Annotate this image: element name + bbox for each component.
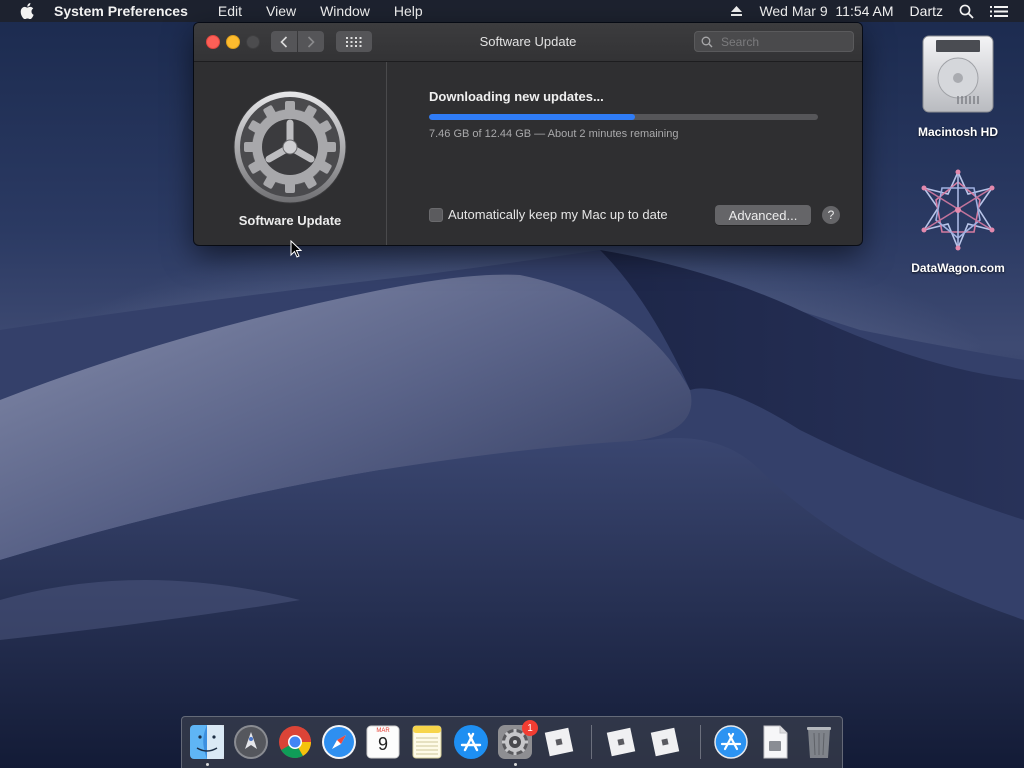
search-field[interactable] xyxy=(694,31,854,52)
menubar-user[interactable]: Dartz xyxy=(910,3,943,19)
advanced-button[interactable]: Advanced... xyxy=(715,205,811,225)
help-button[interactable]: ? xyxy=(822,206,840,224)
menu-view[interactable]: View xyxy=(266,3,296,19)
roblox-icon[interactable] xyxy=(540,723,578,761)
desktop-icon-label: Macintosh HD xyxy=(917,125,998,139)
running-indicator xyxy=(514,763,517,766)
menubar-clock[interactable]: Wed Mar 9 11:54 AM xyxy=(759,3,893,19)
progress-fill xyxy=(429,114,636,120)
dock: MAR 9 1 xyxy=(181,716,843,768)
notification-center-icon[interactable] xyxy=(990,5,1008,18)
document-icon[interactable] xyxy=(756,723,794,761)
search-input[interactable] xyxy=(719,33,843,50)
menu-bar: System Preferences Edit View Window Help… xyxy=(0,0,1024,22)
download-progress-text: 7.46 GB of 12.44 GB — About 2 minutes re… xyxy=(429,128,679,140)
menu-help[interactable]: Help xyxy=(394,3,423,19)
notes-icon[interactable] xyxy=(408,723,446,761)
spotlight-search-icon[interactable] xyxy=(959,4,974,19)
desktop-icon-datawagon[interactable]: DataWagon.com xyxy=(898,168,1018,275)
running-indicator xyxy=(206,763,209,766)
auto-update-label[interactable]: Automatically keep my Mac up to date xyxy=(448,207,668,222)
software-update-window: Software Update Search Software Update D… xyxy=(194,23,862,245)
menu-window[interactable]: Window xyxy=(320,3,370,19)
desktop-icon-macintosh-hd[interactable]: Macintosh HD xyxy=(898,32,1018,139)
menu-edit[interactable]: Edit xyxy=(218,3,242,19)
app-store-download-icon[interactable] xyxy=(712,723,750,761)
hard-drive-icon xyxy=(922,35,994,113)
chrome-icon[interactable] xyxy=(276,723,314,761)
app-store-icon[interactable] xyxy=(452,723,490,761)
launchpad-icon[interactable] xyxy=(232,723,270,761)
update-content: Downloading new updates... 7.46 GB of 12… xyxy=(387,62,862,245)
safari-icon[interactable] xyxy=(320,723,358,761)
apple-menu-icon[interactable] xyxy=(20,3,38,19)
notification-badge: 1 xyxy=(522,720,538,736)
auto-update-checkbox[interactable] xyxy=(429,207,443,222)
pane-info: Software Update xyxy=(194,62,387,245)
dock-separator xyxy=(700,725,701,759)
menu-app-name[interactable]: System Preferences xyxy=(54,3,188,19)
eject-icon[interactable] xyxy=(730,5,743,17)
search-icon xyxy=(701,36,713,47)
roblox-player-icon[interactable] xyxy=(646,723,684,761)
pane-label: Software Update xyxy=(238,213,342,228)
auto-update-option[interactable]: Automatically keep my Mac up to date xyxy=(429,207,668,222)
desktop-icon-label: DataWagon.com xyxy=(911,261,1005,275)
trash-icon[interactable] xyxy=(800,723,838,761)
window-titlebar[interactable]: Software Update xyxy=(194,23,862,62)
software-update-gear-icon xyxy=(232,89,348,205)
download-progress-bar xyxy=(429,114,818,120)
calendar-icon[interactable]: MAR 9 xyxy=(364,723,402,761)
dock-separator xyxy=(591,725,592,759)
mouse-cursor-icon xyxy=(290,239,303,263)
calendar-day: 9 xyxy=(377,734,388,754)
network-graph-icon xyxy=(921,169,995,251)
download-status-title: Downloading new updates... xyxy=(429,89,604,104)
roblox-studio-icon[interactable] xyxy=(602,723,640,761)
system-preferences-icon[interactable]: 1 xyxy=(496,720,538,761)
finder-icon[interactable] xyxy=(188,723,226,761)
